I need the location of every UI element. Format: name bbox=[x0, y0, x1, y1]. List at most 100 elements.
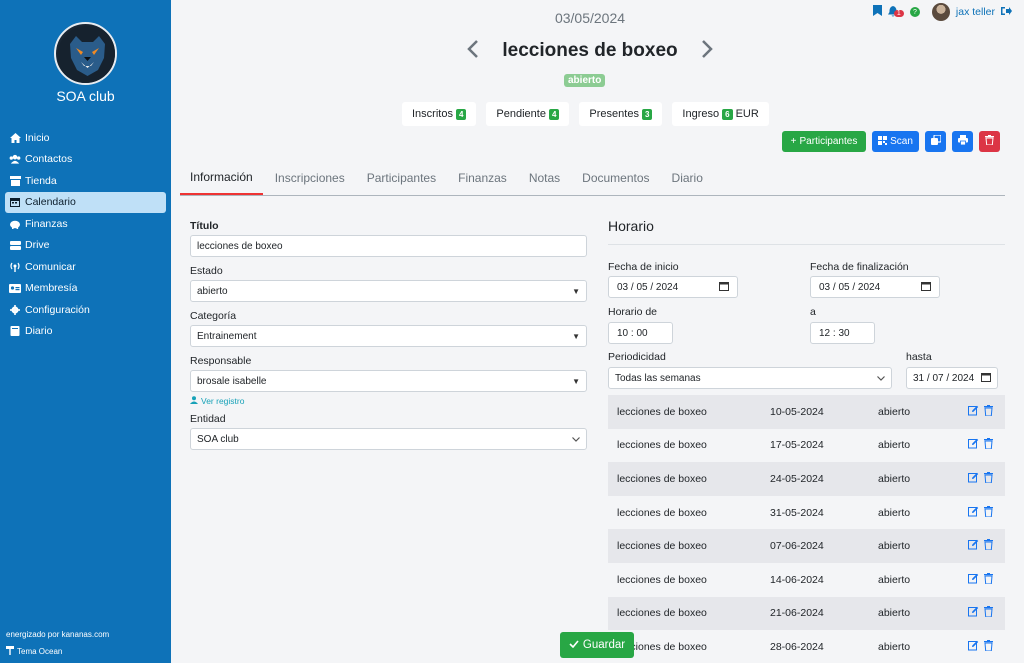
sidebar-item-membresia[interactable]: Membresía bbox=[5, 278, 166, 300]
sidebar-item-diario[interactable]: Diario bbox=[5, 321, 166, 343]
edit-icon[interactable] bbox=[968, 606, 979, 620]
occurrence-date: 21-06-2024 bbox=[770, 607, 824, 620]
sidebar-item-calendario[interactable]: Calendario bbox=[5, 191, 166, 213]
edit-icon[interactable] bbox=[968, 405, 979, 419]
plus-icon: + bbox=[790, 136, 797, 147]
trash-icon[interactable] bbox=[984, 572, 993, 587]
counter-value: 4 bbox=[548, 108, 560, 120]
title-input[interactable]: lecciones de boxeo bbox=[190, 235, 587, 257]
edit-icon[interactable] bbox=[968, 438, 979, 452]
end-date-label: Fecha de finalización bbox=[810, 261, 909, 273]
chevron-right-icon bbox=[701, 40, 713, 58]
book-icon bbox=[9, 326, 21, 337]
view-record-link[interactable]: Ver registro bbox=[190, 394, 587, 407]
state-value: abierto bbox=[197, 285, 228, 297]
until-date-input[interactable]: 31 / 07 / 2024 bbox=[906, 367, 998, 389]
periodicity-select[interactable]: Todas las semanas bbox=[608, 367, 892, 389]
calendar-icon bbox=[981, 372, 991, 385]
entity-label: Entidad bbox=[190, 413, 226, 425]
broadcast-icon bbox=[9, 262, 21, 272]
end-date-input[interactable]: 03 / 05 / 2024 bbox=[810, 276, 940, 298]
sidebar-item-finanzas[interactable]: Finanzas bbox=[5, 213, 166, 235]
counter-ingreso[interactable]: Ingreso 6 EUR bbox=[672, 102, 769, 126]
tab-inscripciones[interactable]: Inscripciones bbox=[265, 160, 355, 195]
trash-icon[interactable] bbox=[984, 404, 993, 419]
counter-inscritos[interactable]: Inscritos 4 bbox=[402, 102, 477, 126]
time-to-label: a bbox=[810, 306, 816, 318]
occurrence-date: 10-05-2024 bbox=[770, 405, 824, 418]
delete-button[interactable] bbox=[979, 131, 1000, 152]
counter-label: Presentes bbox=[589, 108, 639, 120]
previous-event-button[interactable] bbox=[466, 38, 480, 64]
tab-notas[interactable]: Notas bbox=[519, 160, 570, 195]
time-to-input[interactable]: 12 : 30 bbox=[810, 322, 875, 344]
trash-icon[interactable] bbox=[984, 505, 993, 520]
theme-label: Tema Ocean bbox=[17, 647, 63, 656]
counter-presentes[interactable]: Presentes 3 bbox=[579, 102, 663, 126]
sidebar-item-comunicar[interactable]: Comunicar bbox=[5, 256, 166, 278]
time-from-input[interactable]: 10 : 00 bbox=[608, 322, 673, 344]
trash-icon[interactable] bbox=[984, 606, 993, 620]
sidebar-item-inicio[interactable]: Inicio bbox=[5, 127, 166, 149]
edit-icon[interactable] bbox=[968, 573, 979, 587]
save-button[interactable]: Guardar bbox=[560, 632, 634, 658]
calendar-icon bbox=[9, 197, 21, 208]
trash-icon[interactable] bbox=[984, 471, 993, 486]
entity-select[interactable]: SOA club bbox=[190, 428, 587, 450]
category-select[interactable]: Entrainement ▼ bbox=[190, 325, 587, 347]
add-participants-button[interactable]: + Participantes bbox=[782, 131, 866, 152]
view-record-label: Ver registro bbox=[201, 395, 245, 406]
trash-icon[interactable] bbox=[984, 639, 993, 654]
occurrence-status: abierto bbox=[878, 640, 911, 653]
sidebar-item-contactos[interactable]: Contactos bbox=[5, 149, 166, 171]
row-actions bbox=[968, 505, 993, 520]
row-actions bbox=[968, 471, 993, 486]
club-name: SOA club bbox=[56, 88, 115, 104]
row-actions bbox=[968, 438, 993, 452]
id-card-icon bbox=[9, 283, 21, 293]
state-label: Estado bbox=[190, 265, 223, 277]
sidebar-item-label: Configuración bbox=[25, 303, 90, 316]
scan-label: Scan bbox=[890, 136, 913, 147]
trash-icon[interactable] bbox=[984, 539, 993, 553]
sidebar-nav: Inicio Contactos Tienda Calendario Finan… bbox=[5, 127, 166, 342]
piggy-bank-icon bbox=[9, 219, 21, 229]
sidebar-item-drive[interactable]: Drive bbox=[5, 235, 166, 257]
tab-finanzas[interactable]: Finanzas bbox=[448, 160, 517, 195]
tab-documentos[interactable]: Documentos bbox=[572, 160, 659, 195]
next-event-button[interactable] bbox=[700, 38, 714, 64]
tab-informacion[interactable]: Información bbox=[180, 160, 263, 195]
add-participants-label: Participantes bbox=[799, 136, 858, 147]
scan-button[interactable]: Scan bbox=[872, 131, 919, 152]
category-value: Entrainement bbox=[197, 330, 257, 342]
edit-icon[interactable] bbox=[968, 472, 979, 486]
owner-select[interactable]: brosale isabelle ▼ bbox=[190, 370, 587, 392]
table-row: lecciones de boxeo 24-05-2024 abierto bbox=[608, 462, 1005, 496]
tab-diario[interactable]: Diario bbox=[662, 160, 713, 195]
sidebar-item-label: Finanzas bbox=[25, 217, 68, 230]
start-date-value: 03 / 05 / 2024 bbox=[617, 281, 679, 293]
caret-down-icon: ▼ bbox=[572, 286, 580, 296]
table-row: lecciones de boxeo 10-05-2024 abierto bbox=[608, 395, 1005, 429]
start-date-input[interactable]: 03 / 05 / 2024 bbox=[608, 276, 738, 298]
occurrence-date: 14-06-2024 bbox=[770, 573, 824, 586]
until-label: hasta bbox=[906, 351, 932, 363]
qrcode-icon bbox=[878, 135, 888, 148]
trash-icon[interactable] bbox=[984, 438, 993, 452]
end-date-value: 03 / 05 / 2024 bbox=[819, 281, 881, 293]
counter-pendiente[interactable]: Pendiente 4 bbox=[486, 102, 570, 126]
edit-icon[interactable] bbox=[968, 640, 979, 654]
occurrence-date: 28-06-2024 bbox=[770, 640, 824, 653]
occurrence-status: abierto bbox=[878, 573, 911, 586]
edit-icon[interactable] bbox=[968, 539, 979, 553]
tab-participantes[interactable]: Participantes bbox=[357, 160, 446, 195]
print-button[interactable] bbox=[952, 131, 973, 152]
edit-icon[interactable] bbox=[968, 506, 979, 520]
theme-selector[interactable]: Tema Ocean bbox=[6, 646, 62, 657]
chevron-left-icon bbox=[467, 40, 479, 58]
sidebar-item-configuracion[interactable]: Configuración bbox=[5, 299, 166, 321]
state-select[interactable]: abierto ▼ bbox=[190, 280, 587, 302]
occurrence-status: abierto bbox=[878, 506, 911, 519]
duplicate-button[interactable] bbox=[925, 131, 946, 152]
sidebar-item-tienda[interactable]: Tienda bbox=[5, 170, 166, 192]
